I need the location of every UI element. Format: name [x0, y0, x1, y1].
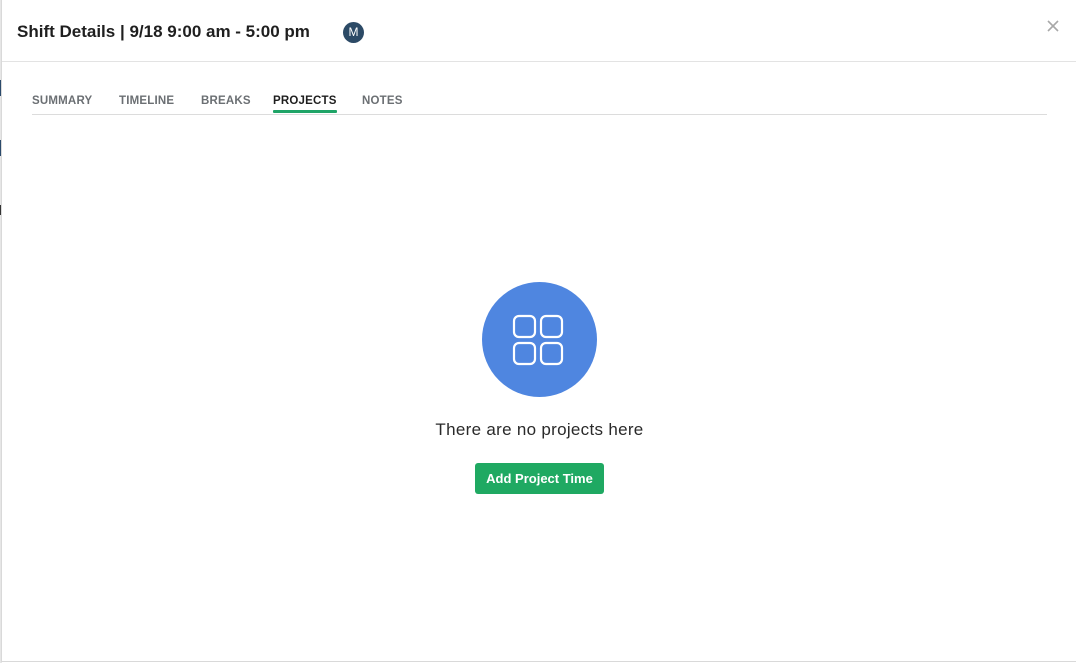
modal-header: Shift Details | 9/18 9:00 am - 5:00 pm M — [2, 0, 1076, 62]
tab-summary[interactable]: SUMMARY — [32, 94, 92, 108]
tab-bar: SUMMARY TIMELINE BREAKS PROJECTS NOTES — [32, 94, 1047, 115]
projects-grid-icon — [482, 282, 597, 397]
add-project-time-button[interactable]: Add Project Time — [475, 463, 604, 494]
modal-title: Shift Details | 9/18 9:00 am - 5:00 pm — [17, 22, 310, 41]
tab-projects[interactable]: PROJECTS — [273, 94, 337, 113]
shift-details-modal: Shift Details | 9/18 9:00 am - 5:00 pm M… — [1, 0, 1076, 662]
close-icon[interactable] — [1044, 17, 1062, 35]
tab-breaks[interactable]: BREAKS — [201, 94, 251, 108]
tab-timeline[interactable]: TIMELINE — [119, 94, 174, 108]
avatar[interactable]: M — [343, 22, 364, 43]
tab-notes[interactable]: NOTES — [362, 94, 403, 108]
empty-state-message: There are no projects here — [435, 420, 644, 439]
page: Shift Details | 9/18 9:00 am - 5:00 pm M… — [0, 0, 1076, 663]
